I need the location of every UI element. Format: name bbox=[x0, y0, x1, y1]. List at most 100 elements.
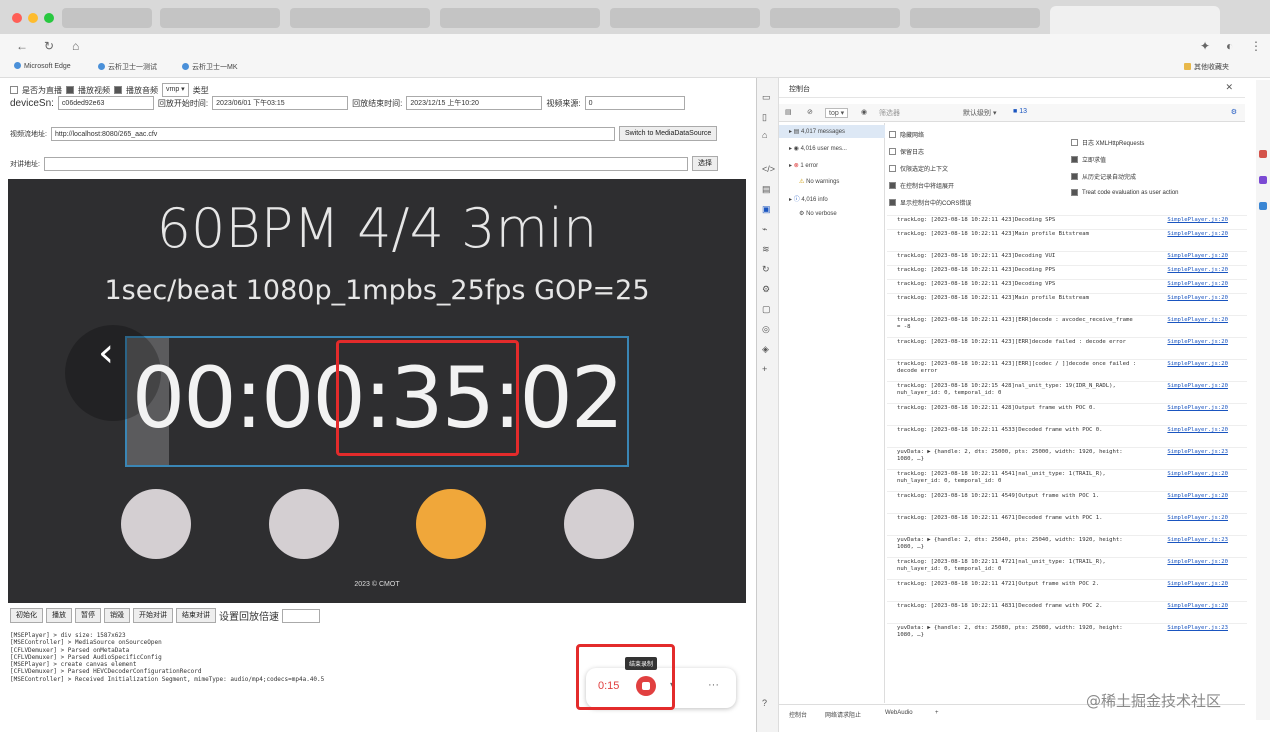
setting-eager-eval[interactable]: 立即求值 bbox=[1071, 155, 1106, 164]
extension-icon[interactable]: ✦ bbox=[1200, 39, 1210, 53]
video-player[interactable]: 60BPM 4/4 3min 1sec/beat 1080p_1mpbs_25f… bbox=[8, 179, 746, 603]
clear-console-icon[interactable]: ⊘ bbox=[807, 108, 813, 116]
setting-preserve-log[interactable]: 保留日志 bbox=[889, 147, 924, 156]
sources-icon[interactable]: ▣ bbox=[762, 204, 771, 215]
browser-tab[interactable] bbox=[160, 8, 280, 28]
end-talk-button[interactable]: 结束对讲 bbox=[176, 608, 216, 623]
init-button[interactable]: 初始化 bbox=[10, 608, 43, 623]
sidebar-item-warnings[interactable]: ⚠ No warnings bbox=[799, 178, 839, 185]
console-source-link[interactable]: SimplePlayer.js:20 bbox=[1167, 383, 1228, 390]
console-icon[interactable]: ▤ bbox=[762, 184, 771, 195]
console-source-link[interactable]: SimplePlayer.js:20 bbox=[1167, 281, 1228, 288]
source-input[interactable]: 0 bbox=[584, 96, 685, 110]
settings-gear-icon[interactable]: ⚙ bbox=[1231, 108, 1237, 116]
console-source-link[interactable]: SimplePlayer.js:20 bbox=[1167, 267, 1228, 274]
menu-icon[interactable]: ⋮ bbox=[1250, 39, 1262, 53]
app-icon[interactable] bbox=[1259, 176, 1267, 184]
browser-tab[interactable] bbox=[910, 8, 1040, 28]
zoom-window-icon[interactable] bbox=[44, 13, 54, 23]
drawer-tab-console[interactable]: 控制台 bbox=[789, 710, 807, 719]
playback-speed-input[interactable] bbox=[282, 608, 320, 623]
sidebar-item-info[interactable]: ▸ ⓘ 4,016 info bbox=[789, 194, 828, 203]
audio-checkbox[interactable] bbox=[114, 86, 122, 94]
talk-url-input[interactable] bbox=[43, 156, 688, 171]
close-window-icon[interactable] bbox=[12, 13, 22, 23]
setting-log-xhr[interactable]: 日志 XMLHttpRequests bbox=[1071, 138, 1144, 147]
console-source-link[interactable]: SimplePlayer.js:20 bbox=[1167, 427, 1228, 434]
end-time-input[interactable]: 2023/12/15 上午10:20 bbox=[406, 96, 543, 110]
type-select[interactable]: vmp ▾ bbox=[162, 83, 189, 97]
switch-mediadatasource-button[interactable]: Switch to MediaDataSource bbox=[618, 126, 718, 141]
setting-checkbox[interactable] bbox=[1071, 156, 1078, 163]
setting-checkbox[interactable] bbox=[889, 199, 896, 206]
stream-url-input[interactable]: http://localhost:8080/265_aac.cfv bbox=[50, 126, 615, 141]
console-source-link[interactable]: SimplePlayer.js:20 bbox=[1167, 339, 1228, 346]
memory-icon[interactable]: ⚙ bbox=[762, 284, 770, 295]
application-icon[interactable]: ▢ bbox=[762, 304, 771, 315]
issues-badge[interactable]: ■ 13 bbox=[1013, 108, 1027, 115]
home-icon[interactable]: ⌂ bbox=[72, 39, 79, 53]
welcome-icon[interactable]: ⌂ bbox=[762, 130, 767, 140]
select-button[interactable]: 选择 bbox=[691, 156, 718, 171]
bookmark-item[interactable]: 云析卫士一测试 bbox=[98, 62, 157, 72]
context-select[interactable]: top ▾ bbox=[825, 108, 849, 118]
console-source-link[interactable]: SimplePlayer.js:23 bbox=[1167, 625, 1228, 632]
network-icon[interactable]: ⌁ bbox=[762, 224, 767, 235]
chevron-left-icon[interactable]: ‹ bbox=[98, 330, 114, 376]
inspect-icon[interactable]: ▭ bbox=[762, 92, 771, 103]
lighthouse-icon[interactable]: ◈ bbox=[762, 344, 769, 355]
video-checkbox[interactable] bbox=[66, 86, 74, 94]
console-source-link[interactable]: SimplePlayer.js:20 bbox=[1167, 317, 1228, 324]
console-source-link[interactable]: SimplePlayer.js:20 bbox=[1167, 231, 1228, 238]
setting-checkbox[interactable] bbox=[889, 165, 896, 172]
levels-select[interactable]: 默认级别 ▾ bbox=[963, 108, 996, 118]
browser-tab[interactable] bbox=[610, 8, 760, 28]
sidebar-item-messages[interactable]: ▸ ▤ 4,017 messages bbox=[789, 128, 845, 135]
setting-checkbox[interactable] bbox=[1071, 139, 1078, 146]
setting-group-similar[interactable]: 在控制台中将组展开 bbox=[889, 181, 954, 190]
play-button[interactable]: 播放 bbox=[46, 608, 72, 623]
console-source-link[interactable]: SimplePlayer.js:20 bbox=[1167, 581, 1228, 588]
console-source-link[interactable]: SimplePlayer.js:20 bbox=[1167, 253, 1228, 260]
add-tool-icon[interactable]: + bbox=[762, 364, 767, 374]
sidebar-item-user-messages[interactable]: ▸ ◉ 4,016 user mes... bbox=[789, 145, 847, 152]
minimize-window-icon[interactable] bbox=[28, 13, 38, 23]
app-icon[interactable] bbox=[1259, 150, 1267, 158]
refresh-icon[interactable]: ↻ bbox=[44, 39, 54, 53]
setting-checkbox[interactable] bbox=[889, 182, 896, 189]
add-drawer-tab-icon[interactable]: + bbox=[935, 710, 939, 716]
console-source-link[interactable]: SimplePlayer.js:20 bbox=[1167, 471, 1228, 478]
destroy-button[interactable]: 销毁 bbox=[104, 608, 130, 623]
eye-icon[interactable]: ◉ bbox=[861, 108, 867, 116]
browser-tab-active[interactable] bbox=[1050, 6, 1220, 34]
console-source-link[interactable]: SimplePlayer.js:20 bbox=[1167, 493, 1228, 500]
more-icon[interactable]: ··· bbox=[708, 679, 719, 691]
start-talk-button[interactable]: 开始对讲 bbox=[133, 608, 173, 623]
setting-cors-errors[interactable]: 显示控制台中的CORS错误 bbox=[889, 198, 971, 207]
sidebar-toggle-icon[interactable]: ▤ bbox=[785, 108, 792, 116]
device-input[interactable]: c06ded92e63 bbox=[57, 96, 154, 110]
console-source-link[interactable]: SimplePlayer.js:20 bbox=[1167, 559, 1228, 566]
app-icon[interactable] bbox=[1259, 202, 1267, 210]
sidebar-item-errors[interactable]: ▸ ⊗ 1 error bbox=[789, 162, 818, 169]
drawer-tab-webaudio[interactable]: WebAudio bbox=[885, 710, 913, 716]
console-source-link[interactable]: SimplePlayer.js:20 bbox=[1167, 515, 1228, 522]
wifi-icon[interactable]: ≋ bbox=[762, 244, 770, 255]
setting-checkbox[interactable] bbox=[1071, 189, 1078, 196]
pause-button[interactable]: 暂停 bbox=[75, 608, 101, 623]
security-icon[interactable]: ◎ bbox=[762, 324, 770, 335]
back-icon[interactable]: ← bbox=[16, 39, 28, 53]
profile-icon[interactable]: ◐ bbox=[1226, 39, 1233, 53]
console-source-link[interactable]: SimplePlayer.js:20 bbox=[1167, 217, 1228, 224]
console-source-link[interactable]: SimplePlayer.js:23 bbox=[1167, 449, 1228, 456]
elements-icon[interactable]: </> bbox=[762, 164, 775, 174]
filter-input[interactable]: 筛选器 bbox=[879, 108, 900, 118]
bookmark-folder[interactable]: 其他收藏夹 bbox=[1184, 62, 1229, 72]
browser-tab[interactable] bbox=[62, 8, 152, 28]
bookmark-item[interactable]: Microsoft Edge bbox=[14, 62, 71, 70]
performance-icon[interactable]: ↻ bbox=[762, 264, 770, 275]
sidebar-item-verbose[interactable]: ⚙ No verbose bbox=[799, 210, 837, 217]
setting-checkbox[interactable] bbox=[1071, 173, 1078, 180]
browser-tab[interactable] bbox=[290, 8, 430, 28]
console-source-link[interactable]: SimplePlayer.js:20 bbox=[1167, 361, 1228, 368]
